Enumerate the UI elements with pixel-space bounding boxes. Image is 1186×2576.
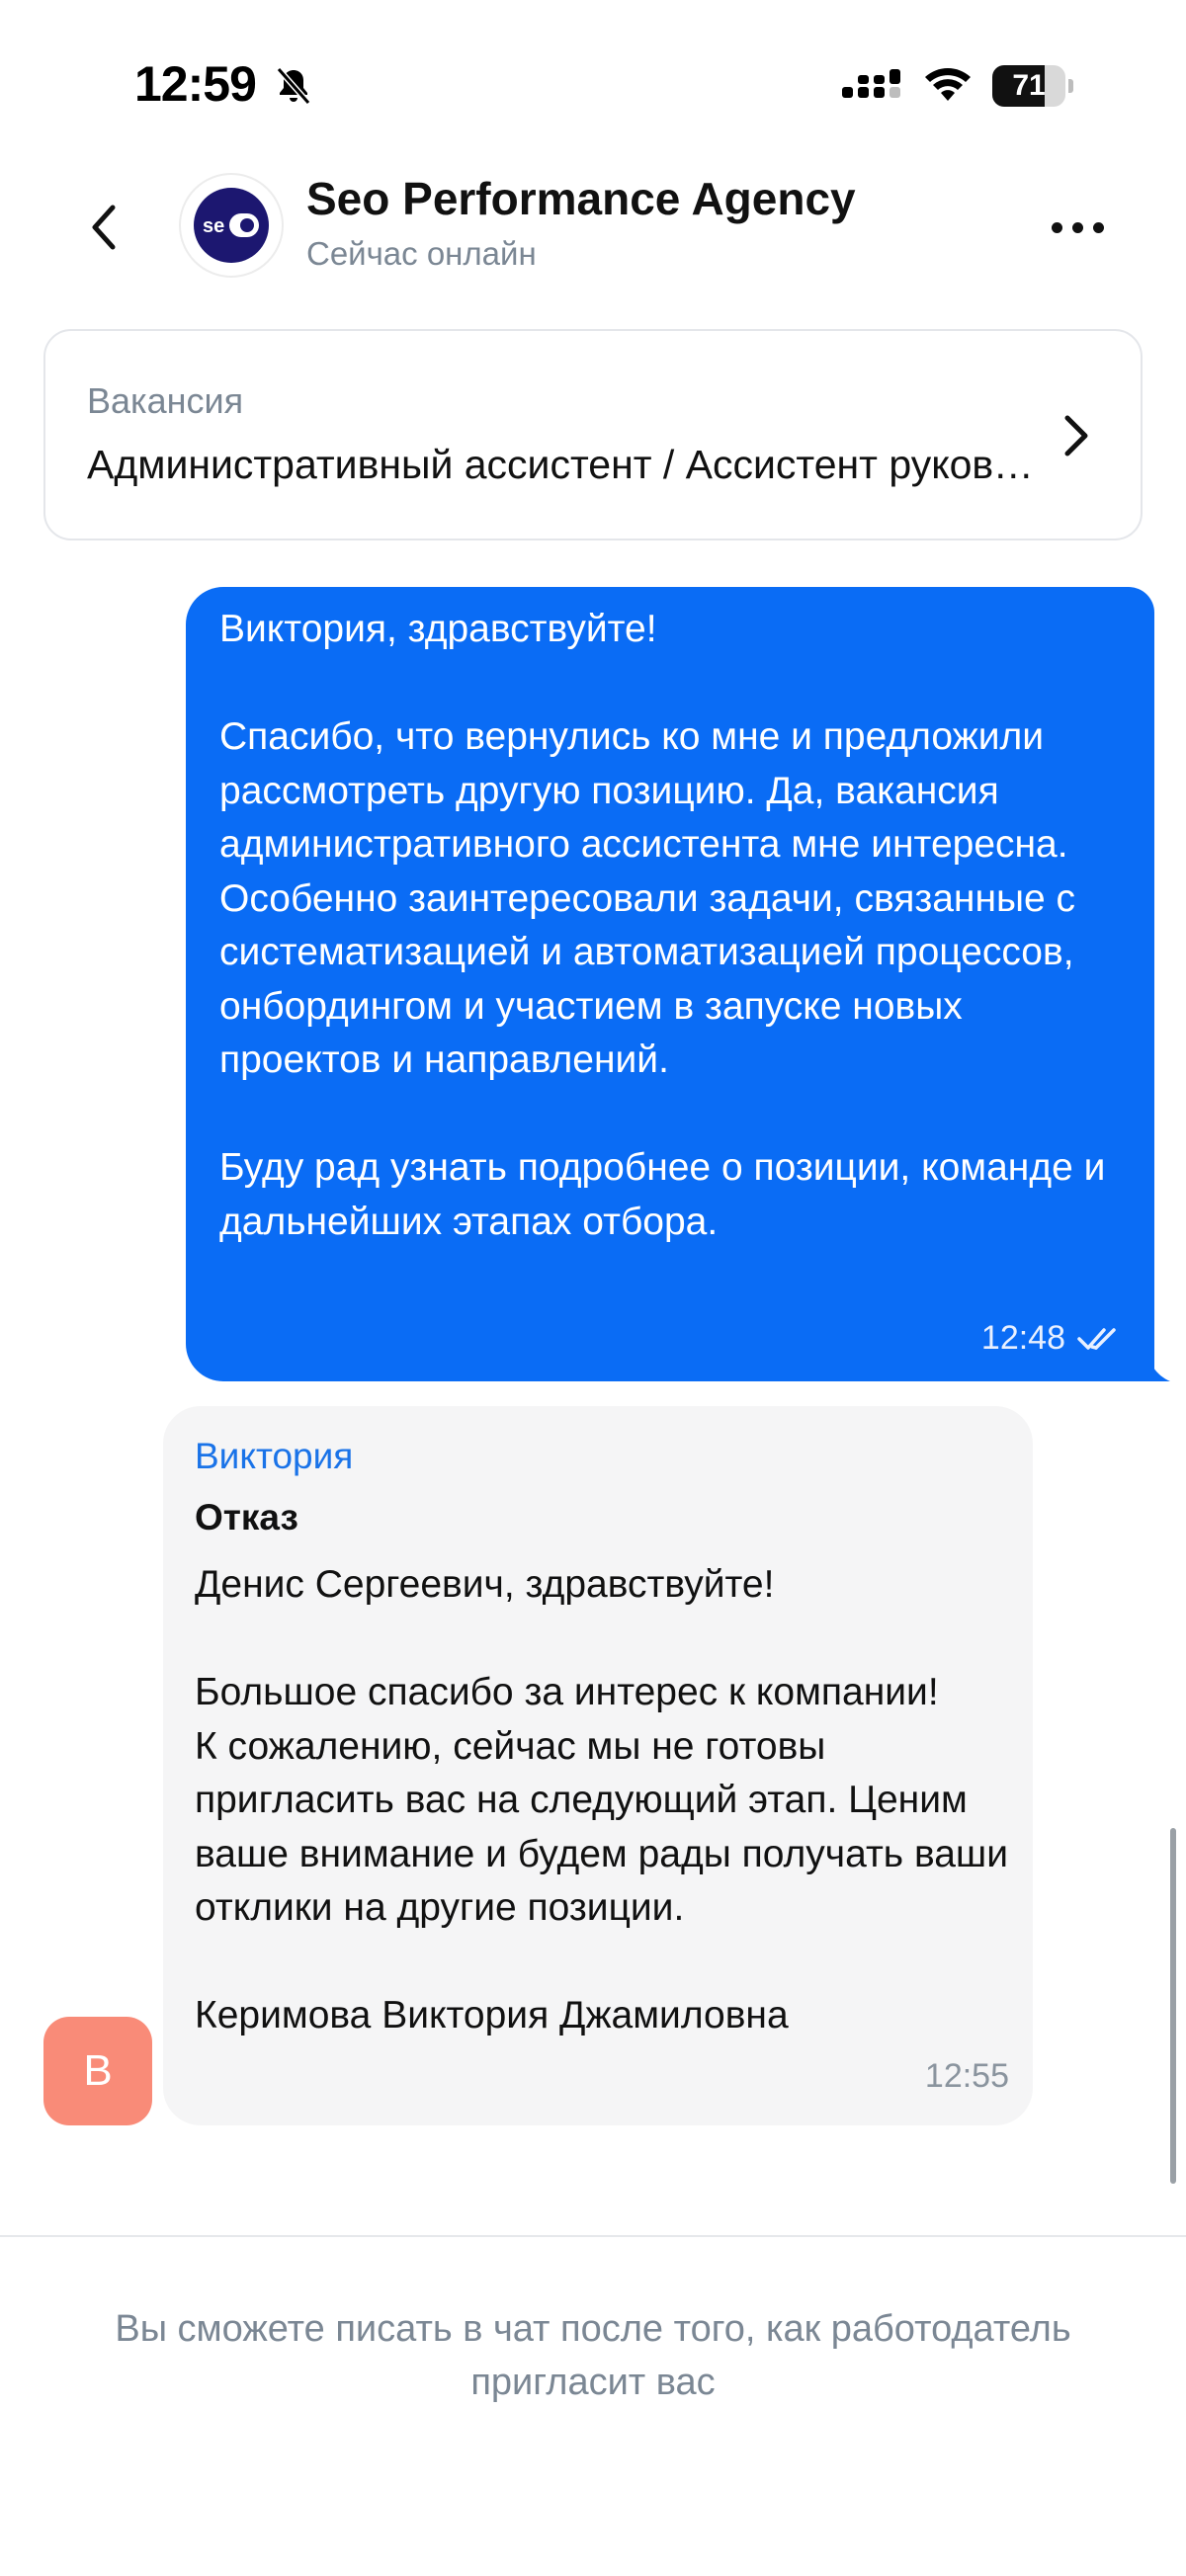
incoming-message[interactable]: Виктория Отказ Денис Сергеевич, здравств… (163, 1406, 1033, 2125)
chevron-right-icon (1064, 415, 1088, 457)
bell-muted-icon (276, 67, 311, 105)
seo-logo-icon: se (203, 213, 259, 237)
more-horizontal-icon (1051, 221, 1062, 233)
incoming-message-text: Денис Сергеевич, здравствуйте! Большое с… (195, 1563, 1008, 2036)
chat-scrollbar[interactable] (1170, 1828, 1176, 2184)
chat-disabled-note: Вы сможете писать в чат после того, как … (115, 2308, 1071, 2403)
wifi-icon (925, 68, 971, 101)
outgoing-message[interactable]: Виктория, здравствуйте! Спасибо, что вер… (186, 587, 1154, 1381)
incoming-message-time: 12:55 (924, 2057, 1009, 2095)
outgoing-message-text: Виктория, здравствуйте! Спасибо, что вер… (219, 608, 1106, 1243)
vacancy-label: Вакансия (87, 380, 244, 421)
battery-icon: 71 (992, 65, 1073, 107)
incoming-sender-name: Виктория (195, 1436, 354, 1476)
vacancy-title: Административный ассистент / Ассистент р… (87, 442, 1036, 487)
chevron-left-icon (92, 205, 116, 250)
status-bar: 12:59 71 (0, 0, 1186, 168)
cellular-signal-icon (842, 69, 900, 98)
outgoing-message-meta: 12:48 (981, 1319, 1123, 1358)
svg-text:se: se (203, 215, 224, 237)
battery-level: 71 (1012, 69, 1046, 102)
outgoing-message-time: 12:48 (980, 1319, 1065, 1357)
online-status: Сейчас онлайн (306, 235, 537, 272)
sender-avatar[interactable]: В (43, 2017, 152, 2125)
company-logo: se (194, 188, 269, 263)
double-check-icon (1077, 1327, 1116, 1350)
incoming-message-subject: Отказ (195, 1497, 298, 1537)
status-time: 12:59 (134, 56, 257, 112)
back-button[interactable] (79, 193, 128, 262)
company-avatar[interactable]: se (179, 173, 284, 278)
company-name[interactable]: Seo Performance Agency (306, 172, 856, 225)
more-options-button[interactable] (1043, 198, 1112, 257)
footer-divider (0, 2235, 1186, 2237)
vacancy-card[interactable]: Вакансия Административный ассистент / Ас… (43, 329, 1143, 540)
